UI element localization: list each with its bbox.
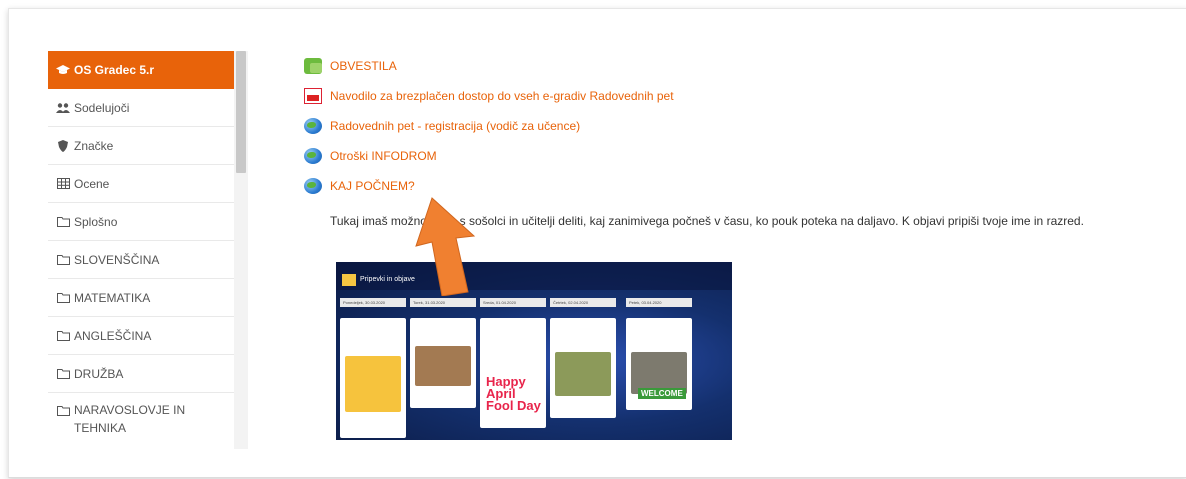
sidebar-item-course-home[interactable]: OS Gradec 5.r bbox=[48, 51, 248, 89]
masked-bear-image bbox=[415, 346, 471, 386]
sidebar-item-label: DRUŽBA bbox=[74, 366, 124, 381]
board-column-header: Sreda, 01.04.2020 bbox=[480, 298, 546, 307]
board-column: Sreda, 01.04.2020 Happy April Fool Day bbox=[480, 298, 546, 438]
folder-icon bbox=[56, 368, 70, 380]
board-column: Petek, 03.04.2020 WELCOME bbox=[626, 298, 692, 438]
padlet-board-image[interactable]: Pripevki in objave Ponedeljek, 30.03.202… bbox=[336, 262, 732, 440]
birds-photo-image bbox=[555, 352, 611, 396]
sidebar-item-anglescina[interactable]: ANGLEŠČINA bbox=[48, 317, 248, 355]
board-logo-icon bbox=[342, 274, 356, 286]
orange-arrow-icon bbox=[415, 197, 476, 296]
link-navodilo-pdf[interactable]: Navodilo za brezplačen dostop do vseh e-… bbox=[304, 88, 674, 104]
board-column: Ponedeljek, 30.03.2020 bbox=[340, 298, 406, 438]
link-kaj-pocnem[interactable]: KAJ POČNEM? bbox=[304, 178, 415, 194]
board-column-header: Torek, 31.03.2020 bbox=[410, 298, 476, 307]
sidebar-item-label: SLOVENŠČINA bbox=[74, 252, 160, 267]
sidebar-item-label: Splošno bbox=[74, 214, 118, 229]
table-icon bbox=[56, 178, 70, 190]
shield-icon bbox=[56, 139, 70, 152]
link-obvestila[interactable]: OBVESTILA bbox=[304, 58, 397, 74]
folder-icon bbox=[56, 404, 70, 416]
sidebar-item-druzba[interactable]: DRUŽBA bbox=[48, 355, 248, 393]
sidebar-item-slovenscina[interactable]: SLOVENŠČINA bbox=[48, 241, 248, 279]
board-column: Torek, 31.03.2020 bbox=[410, 298, 476, 438]
sidebar-item-label: ANGLEŠČINA bbox=[74, 328, 152, 343]
folder-icon bbox=[56, 216, 70, 228]
board-card bbox=[550, 318, 616, 418]
board-column-header: Četrtek, 02.04.2020 bbox=[550, 298, 616, 307]
welcome-label: WELCOME bbox=[638, 388, 686, 399]
sidebar-item-naravoslovje[interactable]: NARAVOSLOVJE IN TEHNIKA bbox=[48, 393, 248, 449]
sidebar-item-badges[interactable]: Značke bbox=[48, 127, 248, 165]
folder-icon bbox=[56, 330, 70, 342]
bear-sticker-image bbox=[345, 356, 401, 412]
sidebar-item-label: OS Gradec 5.r bbox=[74, 63, 155, 77]
april-fool-text: Happy April Fool Day bbox=[486, 374, 541, 413]
link-label[interactable]: Otroški INFODROM bbox=[330, 149, 437, 163]
sidebar-item-label: Značke bbox=[74, 138, 114, 153]
link-registracija[interactable]: Radovednih pet - registracija (vodič za … bbox=[304, 118, 580, 134]
sidebar-item-participants[interactable]: Sodelujoči bbox=[48, 89, 248, 127]
users-icon bbox=[56, 102, 70, 114]
sidebar-item-label: NARAVOSLOVJE IN TEHNIKA bbox=[74, 403, 186, 435]
link-label[interactable]: KAJ POČNEM? bbox=[330, 179, 415, 193]
board-card bbox=[410, 318, 476, 408]
board-card: WELCOME bbox=[626, 318, 692, 410]
board-column: Četrtek, 02.04.2020 bbox=[550, 298, 616, 438]
url-icon bbox=[304, 148, 322, 164]
link-infodrom[interactable]: Otroški INFODROM bbox=[304, 148, 437, 164]
sidebar-item-matematika[interactable]: MATEMATIKA bbox=[48, 279, 248, 317]
board-column-header: Ponedeljek, 30.03.2020 bbox=[340, 298, 406, 307]
sidebar-item-label: Ocene bbox=[74, 176, 110, 191]
sidebar-item-grades[interactable]: Ocene bbox=[48, 165, 248, 203]
sidebar-item-label: MATEMATIKA bbox=[74, 290, 151, 305]
url-icon bbox=[304, 178, 322, 194]
sidebar-item-general[interactable]: Splošno bbox=[48, 203, 248, 241]
folder-icon bbox=[56, 292, 70, 304]
link-label[interactable]: OBVESTILA bbox=[330, 59, 397, 73]
link-label[interactable]: Radovednih pet - registracija (vodič za … bbox=[330, 119, 580, 133]
board-card bbox=[340, 318, 406, 438]
sidebar-item-label: Sodelujoči bbox=[74, 100, 130, 115]
board-card: Happy April Fool Day bbox=[480, 318, 546, 428]
folder-icon bbox=[56, 254, 70, 266]
course-sidebar: OS Gradec 5.r Sodelujoči Značke Ocene Sp… bbox=[48, 51, 248, 449]
board-column-header: Petek, 03.04.2020 bbox=[626, 298, 692, 307]
link-label[interactable]: Navodilo za brezplačen dostop do vseh e-… bbox=[330, 89, 674, 103]
url-icon bbox=[304, 118, 322, 134]
forum-icon bbox=[304, 58, 322, 74]
sidebar-scrollbar-thumb[interactable] bbox=[236, 51, 246, 173]
pdf-icon bbox=[304, 88, 322, 104]
graduation-cap-icon bbox=[56, 64, 70, 76]
board-title: Pripevki in objave bbox=[360, 276, 415, 283]
